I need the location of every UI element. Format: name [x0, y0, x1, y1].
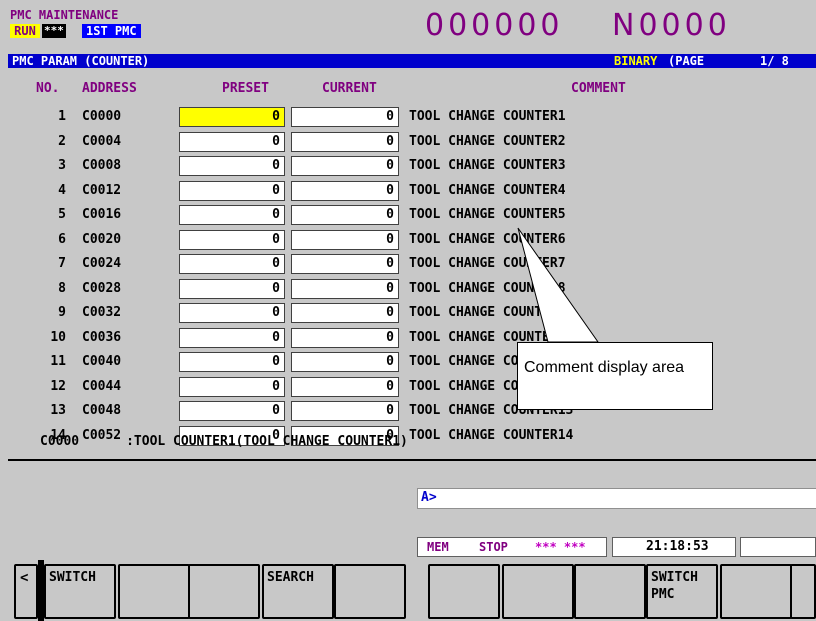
callout-text: Comment display area: [524, 359, 685, 376]
callout-pointer-shape: [517, 227, 599, 343]
callout-pointer: [517, 227, 599, 343]
